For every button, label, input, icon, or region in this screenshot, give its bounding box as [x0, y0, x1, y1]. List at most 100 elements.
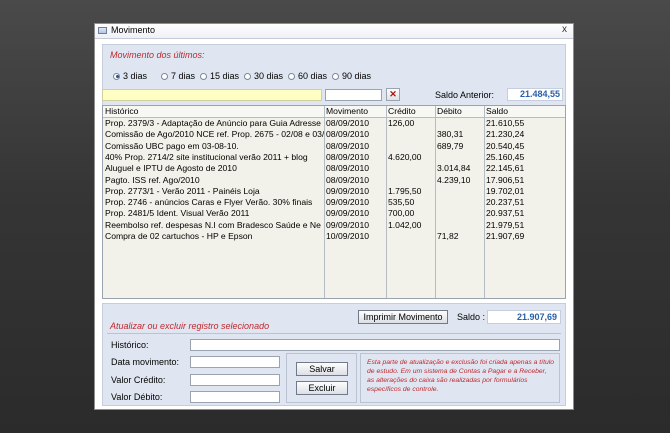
period-legend: Movimento dos últimos:: [110, 50, 205, 60]
table-cell[interactable]: 535,50: [386, 197, 435, 208]
movimento-table[interactable]: Histórico Movimento Crédito Débito Saldo Prop…: [102, 105, 566, 299]
table-cell[interactable]: Pagto. ISS ref. Ago/2010: [103, 175, 324, 186]
divider: [107, 333, 561, 334]
table-cell[interactable]: 689,79: [435, 141, 484, 152]
table-cell[interactable]: [386, 163, 435, 174]
table-cell[interactable]: [435, 197, 484, 208]
valor-credito-input[interactable]: [190, 374, 280, 386]
radio-dot[interactable]: [332, 72, 339, 80]
saldo-label: Saldo :: [457, 312, 486, 322]
table-cell[interactable]: Comissão UBC pago em 03-08-10.: [103, 141, 324, 152]
table-cell[interactable]: 4.239,10: [435, 175, 484, 186]
radio-label: 7 dias: [171, 71, 196, 81]
radio-label: 90 dias: [342, 71, 372, 81]
table-cell[interactable]: Compra de 02 cartuchos - HP e Epson: [103, 231, 324, 242]
table-cell[interactable]: 20.937,51: [484, 208, 565, 219]
table-cell[interactable]: 09/09/2010: [324, 208, 386, 219]
table-cell[interactable]: 4.620,00: [386, 152, 435, 163]
table-cell[interactable]: 09/09/2010: [324, 220, 386, 231]
title-bar[interactable]: Movimento x: [95, 24, 573, 39]
close-button[interactable]: x: [562, 24, 567, 35]
table-cell[interactable]: Comissão de Ago/2010 NCE ref. Prop. 2675…: [103, 129, 324, 140]
radio-dot[interactable]: [161, 72, 168, 80]
edit-panel: Imprimir Movimento Saldo : 21.907,69 Atu…: [102, 303, 566, 406]
form-icon: [98, 27, 107, 34]
table-cell[interactable]: Reembolso ref. despesas N.I com Bradesco…: [103, 220, 324, 231]
table-cell[interactable]: 19.702,01: [484, 186, 565, 197]
table-cell[interactable]: 17.906,51: [484, 175, 565, 186]
column-header[interactable]: Saldo: [484, 106, 565, 117]
radio-dot[interactable]: [200, 72, 207, 80]
column-header[interactable]: Histórico: [103, 106, 324, 117]
table-cell[interactable]: [386, 175, 435, 186]
table-cell[interactable]: 700,00: [386, 208, 435, 219]
column-header[interactable]: Débito: [435, 106, 484, 117]
info-note-box: Esta parte de atualização e exclusão foi…: [360, 353, 560, 403]
table-cell[interactable]: 21.230,24: [484, 129, 565, 140]
table-cell[interactable]: 40% Prop. 2714/2 site institucional verã…: [103, 152, 324, 163]
table-cell[interactable]: 1.042,00: [386, 220, 435, 231]
table-cell[interactable]: 126,00: [386, 118, 435, 129]
table-cell[interactable]: 380,31: [435, 129, 484, 140]
edit-legend: Atualizar ou excluir registro selecionad…: [110, 321, 270, 331]
date-filter-input[interactable]: [325, 89, 382, 101]
table-cell[interactable]: 08/09/2010: [324, 129, 386, 140]
table-cell[interactable]: [435, 208, 484, 219]
table-cell[interactable]: Prop. 2746 - anúncios Caras e Flyer Verã…: [103, 197, 324, 208]
table-cell[interactable]: 20.237,51: [484, 197, 565, 208]
radio-7-dias[interactable]: 7 dias: [161, 71, 195, 81]
radio-15-dias[interactable]: 15 dias: [200, 71, 239, 81]
table-cell[interactable]: 3.014,84: [435, 163, 484, 174]
table-cell[interactable]: 09/09/2010: [324, 186, 386, 197]
table-cell[interactable]: 08/09/2010: [324, 118, 386, 129]
save-button[interactable]: Salvar: [296, 362, 348, 376]
radio-dot[interactable]: [244, 72, 251, 80]
saldo-value: 21.907,69: [487, 310, 561, 324]
table-cell[interactable]: 20.540,45: [484, 141, 565, 152]
table-cell[interactable]: 71,82: [435, 231, 484, 242]
table-cell[interactable]: 10/09/2010: [324, 231, 386, 242]
table-cell[interactable]: 25.160,45: [484, 152, 565, 163]
delete-button[interactable]: Excluir: [296, 381, 348, 395]
radio-90-dias[interactable]: 90 dias: [332, 71, 371, 81]
table-cell[interactable]: Prop. 2481/5 Ident. Visual Verão 2011: [103, 208, 324, 219]
saldo-anterior-label: Saldo Anterior:: [435, 90, 495, 100]
action-buttons-group: Salvar Excluir: [286, 353, 357, 403]
column-header[interactable]: Crédito: [386, 106, 435, 117]
table-cell[interactable]: [435, 220, 484, 231]
radio-dot[interactable]: [113, 72, 120, 80]
radio-dot[interactable]: [288, 72, 295, 80]
table-cell[interactable]: 08/09/2010: [324, 163, 386, 174]
table-cell[interactable]: Aluguel e IPTU de Agosto de 2010: [103, 163, 324, 174]
column-header[interactable]: Movimento: [324, 106, 386, 117]
radio-label: 60 dias: [298, 71, 328, 81]
history-filter-input[interactable]: [102, 89, 322, 101]
table-cell[interactable]: [386, 129, 435, 140]
clear-filter-icon[interactable]: ✕: [386, 88, 400, 101]
valor-debito-input[interactable]: [190, 391, 280, 403]
radio-30-dias[interactable]: 30 dias: [244, 71, 283, 81]
table-cell[interactable]: 09/09/2010: [324, 197, 386, 208]
table-cell[interactable]: 1.795,50: [386, 186, 435, 197]
table-cell[interactable]: 08/09/2010: [324, 152, 386, 163]
radio-60-dias[interactable]: 60 dias: [288, 71, 327, 81]
table-cell[interactable]: 21.979,51: [484, 220, 565, 231]
table-cell[interactable]: [435, 118, 484, 129]
table-cell[interactable]: 08/09/2010: [324, 175, 386, 186]
table-cell[interactable]: 22.145,61: [484, 163, 565, 174]
table-cell[interactable]: 08/09/2010: [324, 141, 386, 152]
table-cell[interactable]: [386, 141, 435, 152]
table-cell[interactable]: 21.610,55: [484, 118, 565, 129]
table-cell[interactable]: [386, 231, 435, 242]
print-movimento-button[interactable]: Imprimir Movimento: [358, 310, 448, 324]
radio-3-dias[interactable]: 3 dias: [113, 71, 147, 81]
table-cell[interactable]: Prop. 2773/1 - Verão 2011 - Painéis Loja: [103, 186, 324, 197]
table-cell[interactable]: Prop. 2379/3 - Adaptação de Anúncio para…: [103, 118, 324, 129]
table-cell[interactable]: 21.907,69: [484, 231, 565, 242]
historico-input[interactable]: [190, 339, 560, 351]
movimento-window: Movimento x Movimento dos últimos: 3 dia…: [94, 23, 574, 410]
table-cell[interactable]: [435, 152, 484, 163]
data-movimento-input[interactable]: [190, 356, 280, 368]
table-cell[interactable]: [435, 186, 484, 197]
historico-label: Histórico:: [111, 340, 149, 350]
